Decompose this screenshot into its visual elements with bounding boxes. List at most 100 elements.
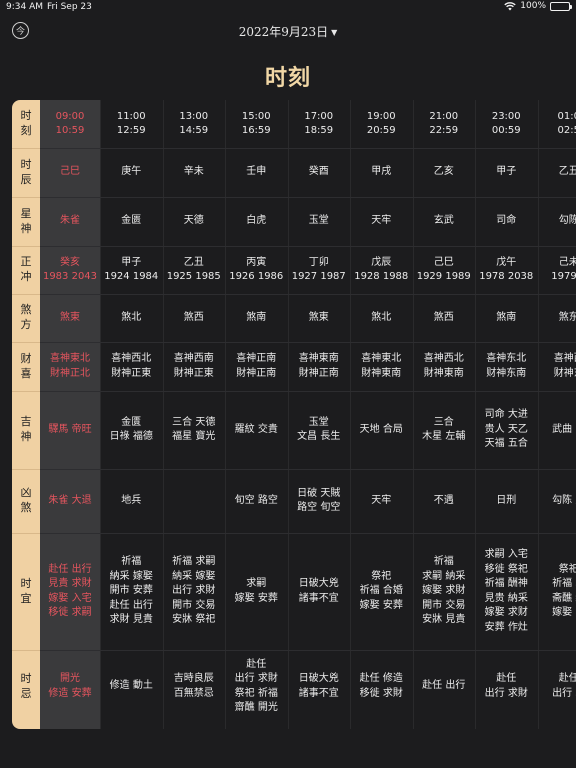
hour-table: 时 刻时 辰星 神正 冲煞 方财 喜吉 神凶 煞时 宜时 忌 09:00 10:… — [12, 100, 576, 729]
label-divider — [12, 469, 40, 470]
cell-unlucky: 日刑 — [496, 494, 517, 506]
cell-wealth: 喜神東北 財神正北 — [50, 353, 90, 379]
column-divider — [162, 100, 164, 729]
cell-clash: 癸亥 1983 2043 — [42, 256, 98, 283]
cell-suitable: 祈福 求嗣 納采 嫁娶 求財 開市 交易 安牀 見貴 — [422, 556, 466, 626]
cell-star: 玄武 — [433, 215, 454, 227]
cell-unlucky: 日破 天賊 路空 旬空 — [297, 487, 341, 514]
cell-shichen: 庚午 — [121, 166, 142, 178]
cell-unlucky — [163, 469, 226, 533]
date-picker[interactable]: 2022年9月23日 ▼ — [0, 23, 576, 40]
cell-wealth: 喜神西 财神东 — [553, 353, 576, 379]
row-label-column: 时 刻时 辰星 神正 冲煞 方财 喜吉 神凶 煞时 宜时 忌 — [12, 100, 40, 729]
row-label-star: 星 神 — [20, 206, 32, 235]
cell-suitable: 赴任 出行 見貴 求財 嫁娶 入宅 移徙 求嗣 — [48, 563, 92, 619]
row-label-wealth: 财 喜 — [20, 351, 32, 380]
cell-sha: 煞東 — [60, 311, 80, 323]
hour-column[interactable]: 15:00 16:59 壬申 白虎 丙寅 1926 1986 煞南 喜神正南 財神正南 羅紋… — [225, 100, 288, 729]
column-divider — [225, 100, 226, 729]
cell-suitable: 求嗣 嫁娶 安葬 — [234, 578, 278, 604]
cell-clash: 己未 1979 2 — [551, 256, 576, 283]
cell-sha: 煞西 — [183, 311, 204, 323]
cell-avoid: 赴任 出行 求 — [552, 673, 576, 699]
hour-column[interactable]: 17:00 18:59 癸酉 玉堂 丁卯 1927 1987 煞東 喜神東南 財神正南 玉堂… — [288, 100, 351, 729]
cell-time: 23:00 00:59 — [491, 110, 521, 137]
label-divider — [12, 246, 40, 247]
cell-clash: 戊辰 1928 1988 — [354, 256, 409, 283]
row-label-sha: 煞 方 — [20, 303, 32, 331]
cell-avoid: 修造 動土 — [109, 680, 153, 692]
cell-time: 11:00 12:59 — [116, 110, 146, 137]
cell-avoid: 日破大兇 諸事不宜 — [298, 673, 339, 699]
row-divider — [40, 391, 576, 392]
row-label-avoid: 时 忌 — [20, 671, 32, 700]
label-divider — [12, 391, 40, 392]
cell-lucky: 玉堂 文昌 長生 — [297, 416, 341, 443]
cell-suitable: 祭祀 祈福 求 斋醮 纳 嫁娶 安 — [552, 563, 576, 619]
cell-unlucky: 地兵 — [121, 494, 142, 506]
cell-sha: 煞南 — [496, 311, 517, 323]
cell-sha: 煞北 — [121, 311, 142, 323]
label-divider — [12, 197, 40, 198]
row-divider — [40, 533, 576, 534]
cell-lucky: 三合 天德 福星 寶光 — [172, 416, 216, 443]
cell-star: 玉堂 — [308, 215, 329, 227]
battery-percent: 100% — [520, 1, 546, 11]
cell-sha: 煞东 — [558, 311, 576, 323]
cell-shichen: 己巳 — [60, 166, 80, 178]
row-divider — [40, 197, 576, 198]
cell-suitable: 祈福 納采 嫁娶 開市 安葬 赴任 出行 求財 見貴 — [109, 556, 153, 626]
row-divider — [40, 246, 576, 247]
cell-star: 金匮 — [121, 215, 142, 227]
cell-shichen: 癸酉 — [308, 166, 329, 178]
cell-suitable: 日破大兇 諸事不宜 — [298, 578, 339, 604]
cell-suitable: 求嗣 入宅 移徙 祭祀 祈福 酬神 見贵 納采 嫁娶 求财 安葬 作灶 — [484, 549, 528, 633]
cell-lucky: 三合 木星 左輔 — [422, 416, 466, 443]
label-divider — [12, 650, 40, 651]
cell-wealth: 喜神西南 財神正東 — [173, 353, 214, 379]
row-divider — [40, 342, 576, 343]
cell-time: 17:00 18:59 — [304, 110, 334, 137]
cell-shichen: 甲子 — [496, 166, 517, 178]
cell-clash: 乙丑 1925 1985 — [166, 256, 221, 283]
cell-clash: 己巳 1929 1989 — [416, 256, 471, 283]
cell-shichen: 壬申 — [246, 166, 267, 178]
hour-column[interactable]: 11:00 12:59 庚午 金匮 甲子 1924 1984 煞北 喜神西北 財神正東 金匱… — [100, 100, 163, 729]
cell-star: 朱雀 — [60, 215, 80, 227]
cell-avoid: 赴任 出行 — [422, 680, 466, 692]
hour-column[interactable]: 13:00 14:59 辛未 天德 乙丑 1925 1985 煞西 喜神西南 財神正東 三合… — [163, 100, 226, 729]
cell-clash: 戊午 1978 2038 — [479, 256, 534, 283]
hour-column[interactable]: 21:00 22:59 乙亥 玄武 己巳 1929 1989 煞西 喜神西北 財神東南 三合… — [413, 100, 476, 729]
hour-column-current[interactable]: 09:00 10:59 己巳 朱雀 癸亥 1983 2043 煞東 喜神東北 財神正北 驛馬… — [40, 100, 100, 729]
hour-column[interactable]: 23:00 00:59 甲子 司命 戊午 1978 2038 煞南 喜神东北 财神东南 司命… — [475, 100, 538, 729]
row-label-shichen: 时 辰 — [20, 157, 32, 186]
cell-clash: 丁卯 1927 1987 — [291, 256, 346, 283]
cell-unlucky: 朱雀 大退 — [48, 494, 92, 506]
column-divider — [412, 100, 414, 729]
cell-shichen: 辛未 — [183, 166, 204, 178]
cell-avoid: 吉時良辰 百無禁忌 — [173, 673, 214, 699]
hour-column[interactable]: 19:00 20:59 甲戌 天牢 戊辰 1928 1988 煞北 喜神東北 財神東南 天地… — [350, 100, 413, 729]
hour-column[interactable]: 01:0 02:5 乙丑勾陈己未 1979 2 煞东喜神西 财神东武曲 明勾陈 天祭… — [538, 100, 576, 729]
cell-wealth: 喜神東北 財神東南 — [361, 353, 402, 379]
label-divider — [12, 342, 40, 343]
cell-time: 19:00 20:59 — [366, 110, 396, 137]
status-time: 9:34 AM — [6, 2, 43, 12]
label-divider — [12, 148, 40, 149]
row-label-time: 时 刻 — [20, 109, 32, 137]
cell-avoid: 赴任 修造 移徙 求財 — [359, 673, 403, 699]
status-date: Fri Sep 23 — [47, 2, 92, 12]
cell-shichen: 乙丑 — [558, 166, 576, 178]
cell-avoid: 開光 修造 安葬 — [48, 673, 92, 699]
cell-time: 01:0 02:5 — [557, 110, 576, 137]
cell-shichen: 甲戌 — [371, 166, 392, 178]
battery-icon — [550, 1, 572, 11]
cell-lucky: 天地 合局 — [359, 423, 403, 435]
cell-star: 天牢 — [371, 215, 392, 227]
cell-avoid: 赴任 出行 求財 — [484, 673, 528, 699]
cell-wealth: 喜神正南 財神正南 — [236, 353, 277, 379]
cell-unlucky: 天牢 — [371, 494, 392, 506]
cell-sha: 煞北 — [371, 311, 392, 323]
row-divider — [40, 469, 576, 470]
row-label-unlucky: 凶 煞 — [20, 486, 32, 514]
